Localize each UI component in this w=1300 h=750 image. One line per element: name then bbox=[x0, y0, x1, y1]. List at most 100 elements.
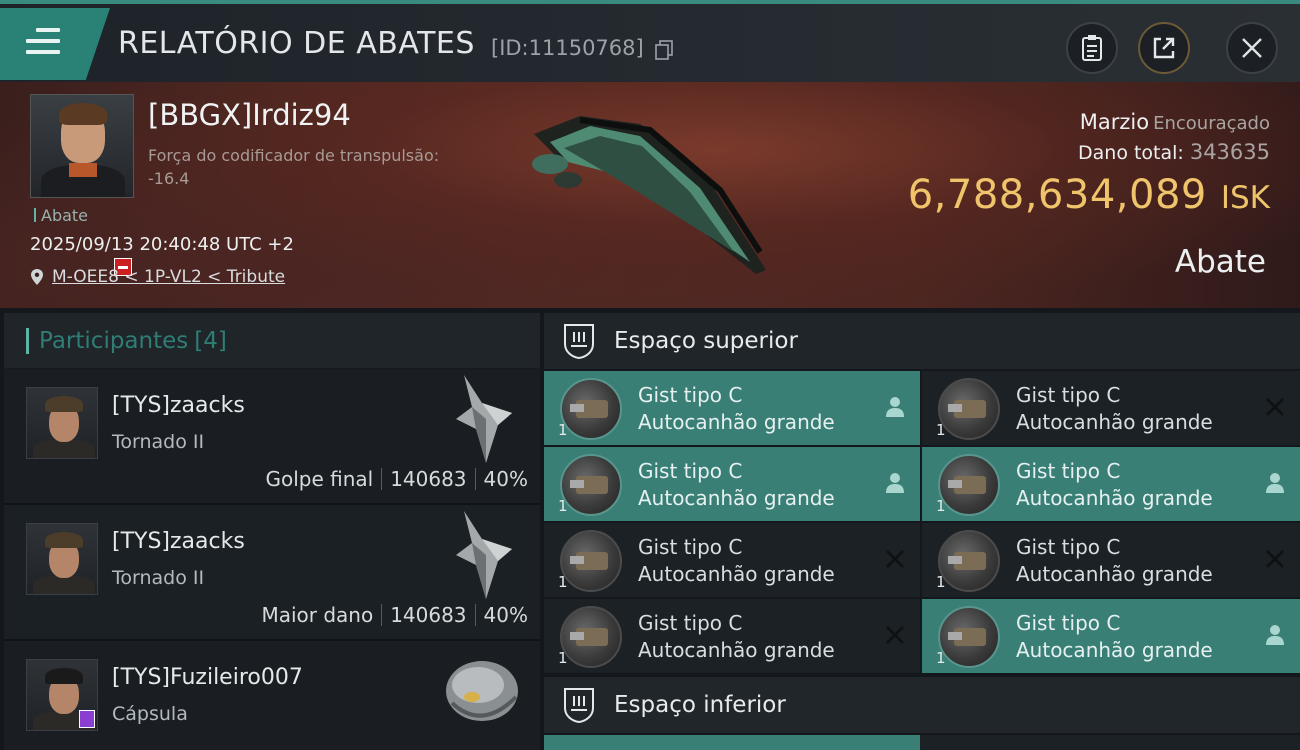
share-button[interactable] bbox=[1138, 22, 1190, 74]
participant-ship: Tornado II bbox=[112, 567, 205, 589]
isk-unit: ISK bbox=[1220, 180, 1270, 216]
victim-name[interactable]: [BBGX]Irdiz94 bbox=[148, 98, 351, 132]
module-slot[interactable]: 1 Gist tipo C Autocanhão grande bbox=[544, 371, 920, 445]
lower-slots-row[interactable] bbox=[544, 735, 1300, 750]
participant-name: [TYS]zaacks bbox=[112, 529, 245, 554]
autocannon-icon bbox=[938, 530, 1000, 592]
autocannon-icon bbox=[560, 454, 622, 516]
kill-datetime: 2025/09/13 20:40:48 UTC +2 bbox=[30, 234, 294, 255]
shield-slot-icon bbox=[564, 688, 594, 724]
participants-header: Participantes [4] bbox=[4, 313, 540, 369]
participant-ship: Cápsula bbox=[112, 703, 188, 725]
report-id: [ID:11150768] bbox=[491, 36, 644, 60]
participant-avatar[interactable] bbox=[26, 523, 98, 595]
module-name: Gist tipo C bbox=[1016, 611, 1121, 635]
module-quantity: 1 bbox=[558, 649, 568, 667]
autocannon-icon bbox=[938, 606, 1000, 668]
module-quantity: 1 bbox=[558, 573, 568, 591]
module-quantity: 1 bbox=[936, 649, 946, 667]
module-type: Autocanhão grande bbox=[638, 486, 835, 510]
module-type: Autocanhão grande bbox=[1016, 562, 1213, 586]
victim-ship-name[interactable]: Marzio bbox=[1080, 110, 1149, 134]
autocannon-icon bbox=[560, 378, 622, 440]
copy-icon[interactable] bbox=[655, 40, 673, 60]
module-type: Autocanhão grande bbox=[638, 638, 835, 662]
menu-button[interactable] bbox=[0, 8, 110, 80]
kill-tag: Abate bbox=[34, 206, 88, 225]
clipboard-button[interactable] bbox=[1066, 22, 1118, 74]
kill-banner: [BBGX]Irdiz94 Força do codificador de tr… bbox=[0, 82, 1300, 308]
slots-panel: Espaço superior 1 Gist tipo C Autocanhão g… bbox=[544, 313, 1300, 750]
participant-name: [TYS]zaacks bbox=[112, 393, 245, 418]
participant-ship-icon bbox=[456, 511, 512, 599]
shield-slot-icon bbox=[564, 324, 594, 360]
participant-role: Maior dano bbox=[261, 603, 374, 627]
warp-scrambler-value: -16.4 bbox=[148, 169, 190, 188]
module-type: Autocanhão grande bbox=[1016, 410, 1213, 434]
person-icon bbox=[886, 397, 904, 417]
share-icon bbox=[1153, 37, 1175, 59]
module-quantity: 1 bbox=[558, 497, 568, 515]
participants-count: [4] bbox=[194, 327, 227, 354]
menu-icon bbox=[26, 28, 60, 58]
participant-percent: 40% bbox=[483, 467, 528, 491]
lower-slots-header: Espaço inferior bbox=[544, 677, 1300, 733]
module-slot[interactable]: 1 Gist tipo C Autocanhão grande bbox=[544, 447, 920, 521]
module-type: Autocanhão grande bbox=[638, 410, 835, 434]
kill-type: Abate bbox=[1174, 244, 1266, 280]
location-pin-icon bbox=[31, 269, 43, 285]
participant-avatar[interactable] bbox=[26, 659, 98, 731]
module-type: Autocanhão grande bbox=[1016, 486, 1213, 510]
module-name: Gist tipo C bbox=[638, 611, 743, 635]
upper-slots-title: Espaço superior bbox=[614, 328, 798, 354]
x-icon bbox=[1266, 398, 1284, 416]
module-slot[interactable]: 1 Gist tipo C Autocanhão grande bbox=[544, 523, 920, 597]
module-type: Autocanhão grande bbox=[638, 562, 835, 586]
victim-ship-line: Marzio Encouraçado bbox=[1080, 110, 1270, 134]
close-icon bbox=[1242, 38, 1262, 58]
victim-portrait[interactable] bbox=[30, 94, 134, 198]
x-icon bbox=[886, 550, 904, 568]
participant-stats: Golpe final 140683 40% bbox=[265, 467, 528, 491]
module-quantity: 1 bbox=[558, 421, 568, 439]
participant-name: [TYS]Fuzileiro007 bbox=[112, 665, 303, 690]
lower-slots-title: Espaço inferior bbox=[614, 692, 786, 718]
autocannon-icon bbox=[560, 606, 622, 668]
autocannon-icon bbox=[560, 530, 622, 592]
module-slot[interactable]: 1 Gist tipo C Autocanhão grande bbox=[922, 447, 1300, 521]
total-damage: Dano total: 343635 bbox=[1078, 140, 1270, 164]
clipboard-icon bbox=[1082, 35, 1102, 61]
module-name: Gist tipo C bbox=[1016, 459, 1121, 483]
module-slot[interactable]: 1 Gist tipo C Autocanhão grande bbox=[922, 523, 1300, 597]
upper-slots-header: Espaço superior bbox=[544, 313, 1300, 369]
module-slot[interactable]: 1 Gist tipo C Autocanhão grande bbox=[922, 371, 1300, 445]
participant-stats: Maior dano 140683 40% bbox=[261, 603, 528, 627]
location-link[interactable]: M-OEE8 < 1P-VL2 < Tribute bbox=[52, 267, 285, 287]
close-button[interactable] bbox=[1226, 22, 1278, 74]
total-damage-value: 343635 bbox=[1189, 140, 1270, 164]
kill-location[interactable]: M-OEE8 < 1P-VL2 < Tribute bbox=[30, 267, 285, 287]
module-slot[interactable]: 1 Gist tipo C Autocanhão grande bbox=[544, 599, 920, 673]
x-icon bbox=[1266, 550, 1284, 568]
module-name: Gist tipo C bbox=[1016, 535, 1121, 559]
participant-row[interactable]: [TYS]zaacks Tornado II Maior dano 140683… bbox=[4, 505, 540, 641]
module-quantity: 1 bbox=[936, 497, 946, 515]
participant-avatar[interactable] bbox=[26, 387, 98, 459]
warp-scrambler-label: Força do codificador de transpulsão: bbox=[148, 146, 440, 165]
person-icon bbox=[886, 473, 904, 493]
total-damage-label: Dano total: bbox=[1078, 142, 1184, 164]
module-slot[interactable]: 1 Gist tipo C Autocanhão grande bbox=[922, 599, 1300, 673]
autocannon-icon bbox=[938, 378, 1000, 440]
module-quantity: 1 bbox=[936, 421, 946, 439]
participant-row[interactable]: [TYS]Fuzileiro007 Cápsula bbox=[4, 641, 540, 750]
participant-ship: Tornado II bbox=[112, 431, 205, 453]
isk-value: 6,788,634,089 bbox=[907, 172, 1207, 218]
upper-slots-grid: 1 Gist tipo C Autocanhão grande 1 Gist tipo … bbox=[544, 369, 1300, 673]
top-bar: RELATÓRIO DE ABATES [ID:11150768] bbox=[0, 0, 1300, 82]
autocannon-icon bbox=[938, 454, 1000, 516]
isk-value-line: 6,788,634,089 ISK bbox=[908, 172, 1270, 218]
participants-title: Participantes bbox=[39, 327, 189, 354]
module-quantity: 1 bbox=[936, 573, 946, 591]
participant-row[interactable]: [TYS]zaacks Tornado II Golpe final 14068… bbox=[4, 369, 540, 505]
participant-role: Golpe final bbox=[265, 467, 374, 491]
